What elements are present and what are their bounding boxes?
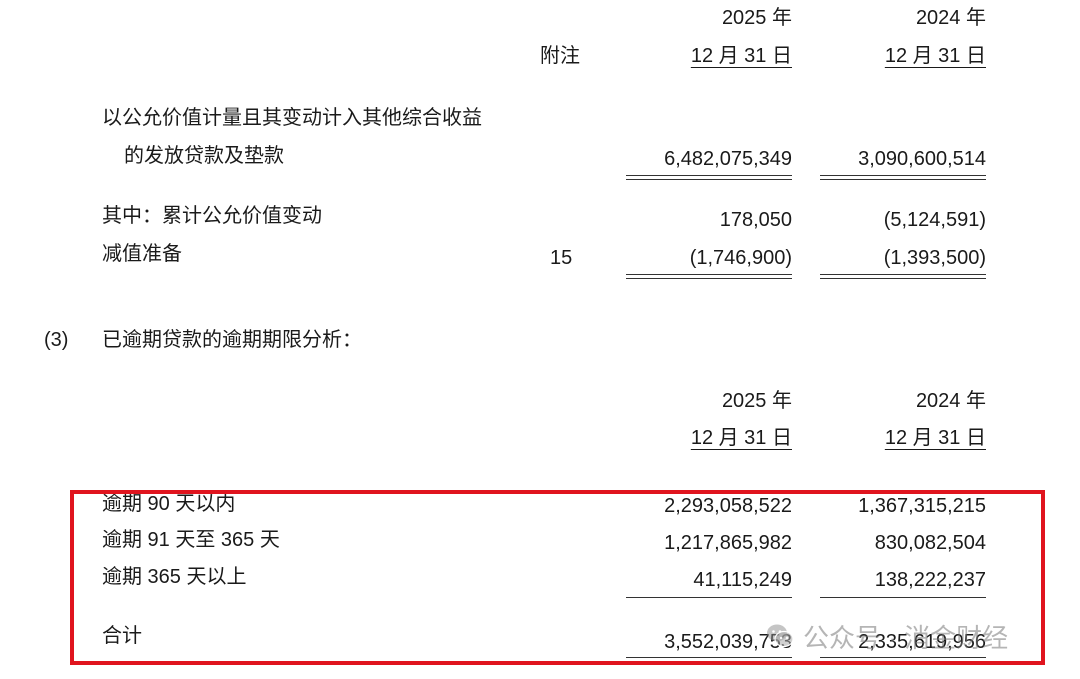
t2-col2-date: 12 月 31 日 <box>884 427 986 449</box>
t1-row1-double-rule-d <box>820 179 986 180</box>
t1-row2-v2024: (5,124,591) <box>883 209 986 231</box>
t2-col1-date: 12 月 31 日 <box>690 427 792 449</box>
t1-row1-double-rule-a <box>626 175 792 176</box>
t1-row2-label: 其中：累计公允价值变动 <box>102 205 322 227</box>
watermark-text: 公众号 · 消金财经 <box>803 622 1009 653</box>
t1-row1-double-rule-c <box>820 175 986 176</box>
section-number: (3) <box>44 329 69 351</box>
t2-col2-year: 2024 年 <box>915 390 986 412</box>
t1-row1-v2024: 3,090,600,514 <box>858 148 986 170</box>
t1-row1-double-rule-b <box>626 179 792 180</box>
t1-row3-double-rule-a <box>626 274 792 275</box>
t1-row3-label: 减值准备 <box>102 243 182 265</box>
t1-row3-double-rule-b <box>626 278 792 279</box>
t1-row1-v2025: 6,482,075,349 <box>664 148 792 170</box>
t1-row3-v2024: (1,393,500) <box>883 247 986 269</box>
t1-col2-year: 2024 年 <box>915 7 986 29</box>
t1-col2-date: 12 月 31 日 <box>884 45 986 67</box>
t2-col1-year: 2025 年 <box>721 390 792 412</box>
t1-note-header: 附注 <box>540 45 580 67</box>
section-title: 已逾期贷款的逾期期限分析： <box>102 329 362 351</box>
t1-row3-note: 15 <box>550 247 573 269</box>
t1-row3-double-rule-d <box>820 278 986 279</box>
t1-row3-v2025: (1,746,900) <box>689 247 792 269</box>
wechat-icon <box>767 624 794 648</box>
t1-row2-v2025: 178,050 <box>719 209 792 231</box>
t1-col1-date: 12 月 31 日 <box>690 45 792 67</box>
t1-col1-year: 2025 年 <box>721 7 792 29</box>
t1-row1-label-line1: 以公允价值计量且其变动计入其他综合收益 <box>102 107 482 129</box>
t1-row1-label-line2: 的发放贷款及垫款 <box>124 145 284 167</box>
watermark: 公众号 · 消金财经 <box>765 619 1008 653</box>
t1-row3-double-rule-c <box>820 274 986 275</box>
